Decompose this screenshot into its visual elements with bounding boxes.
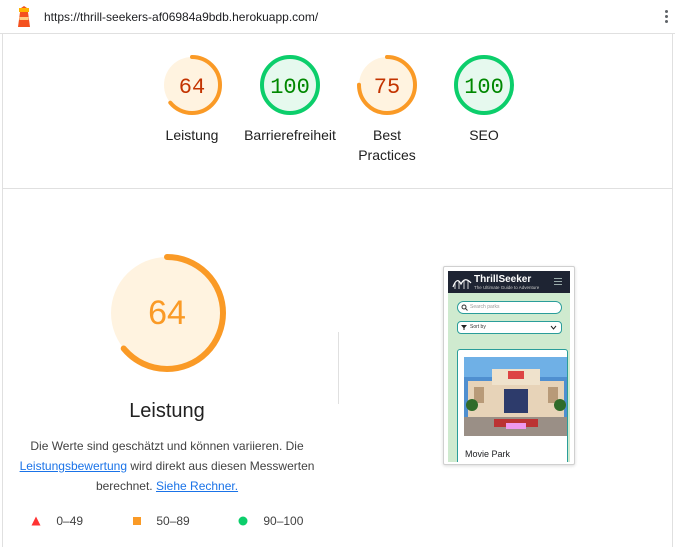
final-screenshot[interactable]: ThrillSeeker The Ultimate Guide to Adven…: [443, 266, 575, 465]
screenshot-page: ThrillSeeker The Ultimate Guide to Adven…: [448, 271, 570, 462]
park-gate-image: [464, 357, 567, 436]
screenshot-search-input: Search parks: [457, 301, 562, 314]
performance-description: Die Werte sind geschätzt und können vari…: [15, 436, 319, 496]
performance-score-link[interactable]: Leistungsbewertung: [20, 459, 127, 473]
hamburger-menu-icon: [554, 278, 562, 287]
gauge-seo-label: SEO: [469, 127, 499, 143]
triangle-icon: [31, 516, 41, 526]
screenshot-sort-label: Sort by: [470, 324, 486, 330]
legend-fail-range: 0–49: [56, 514, 84, 528]
performance-big-gauge: 64: [108, 254, 226, 372]
screenshot-card-title: Movie Park: [465, 449, 511, 459]
gauge-performance[interactable]: 64 Leistung: [147, 53, 237, 145]
gauge-best-practices-score: 75: [374, 75, 400, 100]
performance-title: Leistung: [129, 400, 205, 422]
calculator-link[interactable]: Siehe Rechner.: [156, 479, 238, 493]
filter-icon: [461, 325, 467, 330]
gauge-performance-ring: 64: [162, 55, 222, 115]
gauge-performance-label: Leistung: [165, 127, 219, 143]
performance-big-score: 64: [148, 294, 186, 332]
legend-pass-range: 90–100: [263, 514, 304, 528]
legend-average: 50–89: [132, 514, 190, 528]
roller-coaster-logo-icon: [452, 279, 472, 289]
search-icon: [461, 304, 468, 311]
address-bar: https://thrill-seekers-af06984a9bdb.hero…: [0, 0, 675, 34]
legend-fail: 0–49: [31, 514, 83, 528]
gauge-seo-score: 100: [464, 75, 504, 100]
gauge-best-practices-label-line1: Best: [372, 127, 401, 143]
chevron-down-icon: [550, 325, 557, 330]
description-text-1: Die Werte sind geschätzt und können vari…: [30, 439, 304, 453]
kebab-menu-icon[interactable]: [662, 9, 670, 27]
report-border-left: [2, 34, 3, 547]
screenshot-park-card: [457, 349, 568, 462]
legend-average-range: 50–89: [156, 514, 190, 528]
park-photo: [464, 357, 567, 436]
legend-pass: 90–100: [238, 514, 303, 528]
gauge-accessibility-ring: 100: [260, 55, 320, 115]
circle-icon: [238, 516, 248, 526]
gauge-best-practices-label: Best Practices: [342, 125, 432, 165]
gauge-accessibility-label: Barrierefreiheit: [244, 127, 336, 143]
vertical-divider: [338, 332, 339, 404]
lighthouse-icon: [18, 6, 30, 27]
screenshot-sort-select: Sort by: [457, 321, 562, 334]
gauge-best-practices[interactable]: 75 Best Practices: [342, 53, 432, 165]
gauge-performance-score: 64: [179, 75, 205, 100]
screenshot-search-placeholder: Search parks: [470, 304, 500, 310]
url-text[interactable]: https://thrill-seekers-af06984a9bdb.hero…: [44, 10, 318, 24]
screenshot-tagline: The Ultimate Guide to Adventure: [474, 285, 540, 290]
screenshot-brand: ThrillSeeker: [474, 274, 532, 285]
gauge-seo[interactable]: 100 SEO: [439, 53, 529, 145]
report-border-right: [672, 34, 673, 547]
screenshot-header: ThrillSeeker The Ultimate Guide to Adven…: [448, 271, 570, 293]
section-divider: [2, 188, 672, 189]
square-icon: [133, 517, 141, 525]
gauge-best-practices-ring: 75: [357, 55, 417, 115]
gauge-accessibility-score: 100: [270, 75, 310, 100]
gauge-accessibility[interactable]: 100 Barrierefreiheit: [239, 53, 341, 145]
gauge-seo-ring: 100: [454, 55, 514, 115]
gauge-best-practices-label-line2: Practices: [358, 147, 416, 163]
